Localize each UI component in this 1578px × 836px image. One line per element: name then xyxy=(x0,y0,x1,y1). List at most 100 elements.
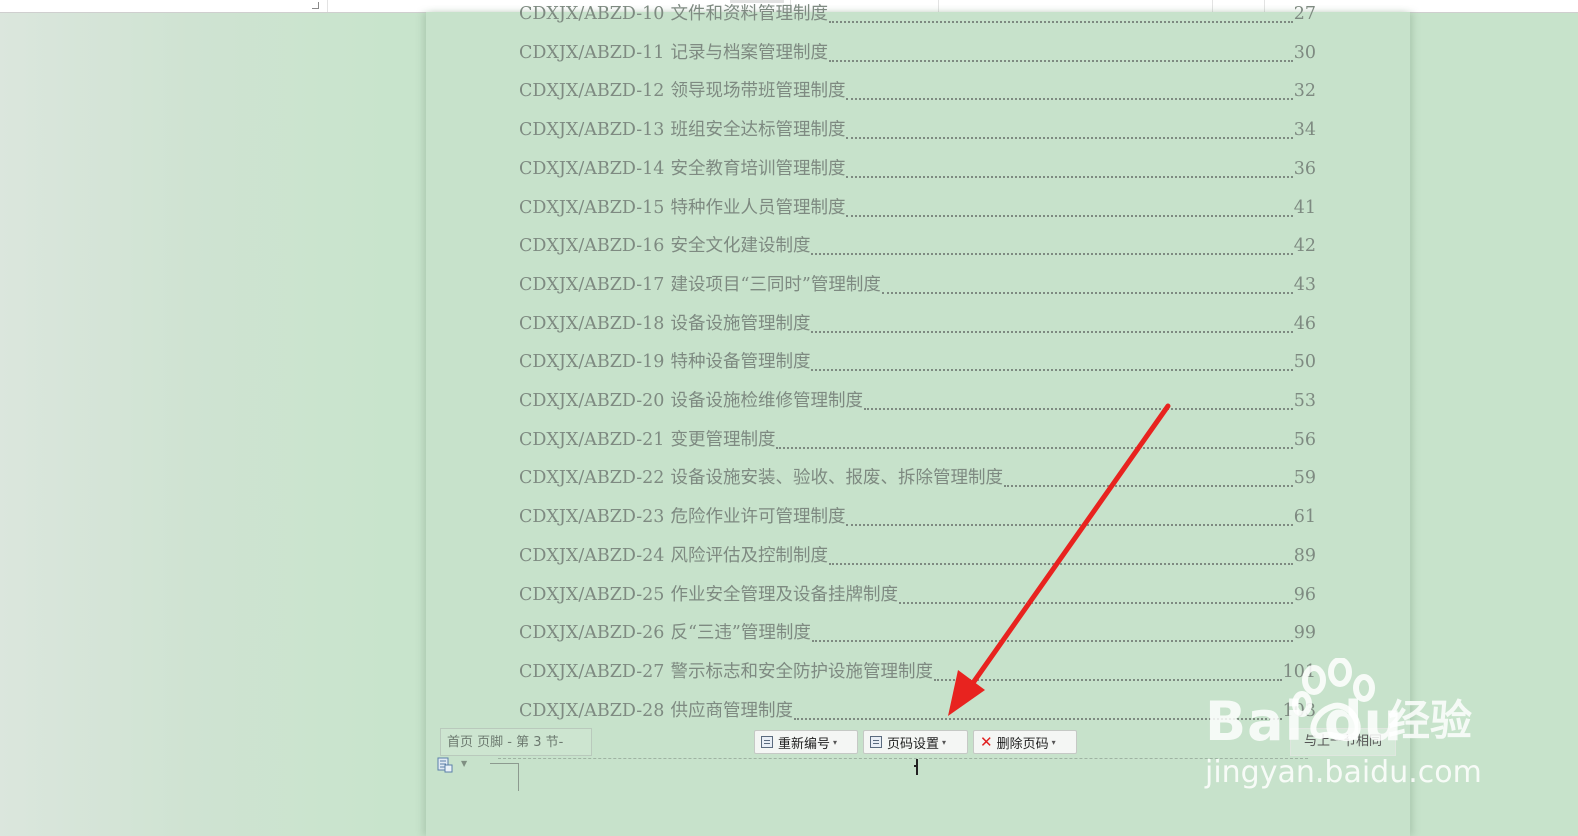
renumber-icon xyxy=(761,736,773,748)
toc-leader-dots xyxy=(811,252,1293,256)
toc-entry-page: 89 xyxy=(1293,545,1316,566)
toc-entry[interactable]: CDXJX/ABZD-18 设备设施管理制度 46 xyxy=(519,310,1316,340)
toc-entry-page: 32 xyxy=(1293,81,1316,102)
toc-entry-title: 安全文化建设制度 xyxy=(670,236,811,257)
toc-entry-page: 56 xyxy=(1293,429,1316,450)
toc-entry-code: CDXJX/ABZD-14 xyxy=(519,158,665,179)
chevron-down-icon: ▾ xyxy=(833,737,838,747)
toc-entry[interactable]: CDXJX/ABZD-24 风险评估及控制制度 89 xyxy=(519,542,1316,572)
toc-entry-code: CDXJX/ABZD-28 xyxy=(519,700,665,721)
toc-entry-code: CDXJX/ABZD-25 xyxy=(519,584,665,605)
toc-entry-page: 34 xyxy=(1293,120,1316,141)
delete-page-number-button[interactable]: ✕ 删除页码 ▾ xyxy=(973,730,1077,754)
toc-leader-dots xyxy=(933,678,1282,681)
toc-entry-code: CDXJX/ABZD-12 xyxy=(519,81,665,102)
toc-entry-title: 特种作业人员管理制度 xyxy=(670,197,846,218)
toc-entry[interactable]: CDXJX/ABZD-15 特种作业人员管理制度 41 xyxy=(519,194,1316,224)
toc-leader-dots xyxy=(776,446,1293,449)
toc-entry[interactable]: CDXJX/ABZD-25 作业安全管理及设备挂牌制度 96 xyxy=(519,581,1316,611)
toc-entry-code: CDXJX/ABZD-16 xyxy=(519,236,665,257)
toc-entry-title: 安全教育培训管理制度 xyxy=(670,158,846,179)
page-number-field[interactable] xyxy=(914,765,917,767)
toc-entry-title: 反“三违”管理制度 xyxy=(670,623,811,644)
toc-entry-title: 危险作业许可管理制度 xyxy=(670,507,846,528)
toc-leader-dots xyxy=(846,136,1293,140)
toc-entry[interactable]: CDXJX/ABZD-11 记录与档案管理制度 30 xyxy=(519,39,1316,69)
toc-entry[interactable]: CDXJX/ABZD-23 危险作业许可管理制度 61 xyxy=(519,503,1316,533)
delete-label: 删除页码 xyxy=(996,736,1049,752)
toc-entry-title: 设备设施检维修管理制度 xyxy=(670,391,863,411)
ruler-segment xyxy=(0,0,328,12)
toc-leader-dots xyxy=(811,639,1293,643)
toc-entry-code: CDXJX/ABZD-18 xyxy=(519,313,665,334)
page-number-settings-button[interactable]: 页码设置 ▾ xyxy=(863,730,968,754)
jingyan-watermark: 经验 xyxy=(1388,696,1473,745)
toc-leader-dots xyxy=(828,562,1293,565)
toc-entry-page: 36 xyxy=(1293,158,1316,179)
toc-entry-title: 风险评估及控制制度 xyxy=(670,545,828,566)
toc-entry-page: 30 xyxy=(1293,42,1316,63)
toc-leader-dots xyxy=(881,291,1293,294)
chevron-down-icon[interactable]: ▼ xyxy=(461,759,467,768)
toc-entry-page: 27 xyxy=(1293,4,1316,24)
toc-entry-page: 46 xyxy=(1293,313,1316,334)
chevron-down-icon: ▾ xyxy=(942,737,947,747)
layout-options-icon[interactable] xyxy=(437,757,453,773)
toc-entry[interactable]: CDXJX/ABZD-16 安全文化建设制度 42 xyxy=(519,232,1316,262)
toc-entry-page: 50 xyxy=(1293,352,1316,373)
toc-entry-code: CDXJX/ABZD-10 xyxy=(519,4,665,24)
toc-entry[interactable]: CDXJX/ABZD-26 反“三违”管理制度 99 xyxy=(519,619,1316,649)
page-setup-label: 页码设置 xyxy=(887,736,940,752)
toc-entry-code: CDXJX/ABZD-19 xyxy=(519,352,665,373)
toc-entry-title: 设备设施管理制度 xyxy=(670,313,811,334)
margin-mark xyxy=(490,763,518,764)
toc-entry-page: 42 xyxy=(1293,236,1316,257)
toc-entry-title: 记录与档案管理制度 xyxy=(670,42,828,63)
toc-leader-dots xyxy=(846,523,1293,527)
watermark-url: jingyan.baidu.com xyxy=(1205,755,1482,790)
toc-entry-code: CDXJX/ABZD-17 xyxy=(519,274,665,295)
toc-entry-title: 设备设施安装、验收、报废、拆除管理制度 xyxy=(670,468,1003,489)
footer-section-label: 首页 页脚 - 第 3 节- xyxy=(440,728,592,756)
renumber-button[interactable]: 重新编号 ▾ xyxy=(754,730,858,754)
toc-entry[interactable]: CDXJX/ABZD-19 特种设备管理制度 50 xyxy=(519,348,1316,378)
toc-entry[interactable]: CDXJX/ABZD-27 警示标志和安全防护设施管理制度 101 xyxy=(519,658,1316,688)
toc-leader-dots xyxy=(828,20,1293,23)
toc-entry-page: 61 xyxy=(1293,507,1316,528)
toc-entry-page: 53 xyxy=(1293,391,1316,411)
margin-mark xyxy=(518,763,519,791)
baidu-watermark-logo: Bai du xyxy=(1205,690,1404,753)
footer-boundary-line xyxy=(498,758,1308,759)
toc-entry[interactable]: CDXJX/ABZD-22 设备设施安装、验收、报废、拆除管理制度 59 xyxy=(519,464,1316,494)
toc-entry[interactable]: CDXJX/ABZD-17 建设项目“三同时”管理制度 43 xyxy=(519,271,1316,301)
toc-entry-title: 供应商管理制度 xyxy=(670,700,793,721)
toc-entry-code: CDXJX/ABZD-24 xyxy=(519,545,665,566)
toc-entry-code: CDXJX/ABZD-13 xyxy=(519,120,665,141)
toc-entry[interactable]: CDXJX/ABZD-28 供应商管理制度 103 xyxy=(519,697,1316,727)
toc-entry-title: 变更管理制度 xyxy=(670,429,776,450)
toc-leader-dots xyxy=(898,601,1293,604)
toc-leader-dots xyxy=(811,368,1293,372)
toc-leader-dots xyxy=(846,97,1293,101)
toc-entry-page: 96 xyxy=(1293,584,1316,605)
toc-entry[interactable]: CDXJX/ABZD-13 班组安全达标管理制度 34 xyxy=(519,116,1316,146)
text-cursor xyxy=(916,759,918,775)
toc-entry-title: 领导现场带班管理制度 xyxy=(670,81,846,102)
margin-corner-mark xyxy=(312,2,319,9)
toc-entry[interactable]: CDXJX/ABZD-21 变更管理制度 56 xyxy=(519,426,1316,456)
toc-entry-code: CDXJX/ABZD-15 xyxy=(519,197,665,218)
toc-entry[interactable]: CDXJX/ABZD-10 文件和资料管理制度 27 xyxy=(519,0,1316,30)
toc-entry-title: 特种设备管理制度 xyxy=(670,352,811,373)
toc-entry-code: CDXJX/ABZD-26 xyxy=(519,623,665,644)
toc-entry-page: 43 xyxy=(1293,274,1316,295)
toc-leader-dots xyxy=(863,407,1293,410)
toc-entry-title: 文件和资料管理制度 xyxy=(670,4,828,24)
toc-entry[interactable]: CDXJX/ABZD-20 设备设施检维修管理制度 53 xyxy=(519,387,1316,417)
toc-leader-dots xyxy=(828,59,1293,62)
toc-leader-dots xyxy=(811,330,1293,333)
close-icon: ✕ xyxy=(980,732,993,751)
toc-entry[interactable]: CDXJX/ABZD-14 安全教育培训管理制度 36 xyxy=(519,155,1316,185)
page-settings-icon xyxy=(870,736,882,748)
toc-entry[interactable]: CDXJX/ABZD-12 领导现场带班管理制度 32 xyxy=(519,77,1316,107)
toc-entry-page: 59 xyxy=(1293,468,1316,489)
